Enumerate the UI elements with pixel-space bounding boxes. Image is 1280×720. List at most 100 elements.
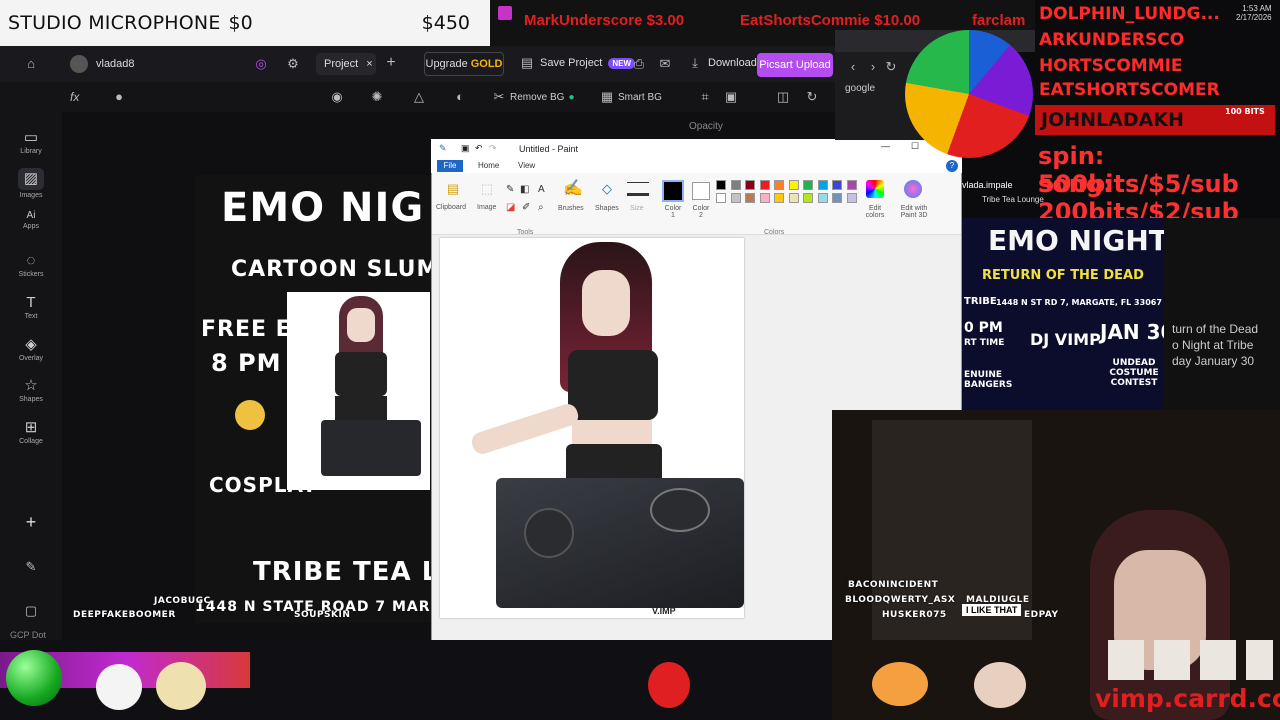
palette-swatch[interactable] [788, 180, 799, 190]
sidebar-item-collage[interactable]: ⊞ Collage [0, 418, 62, 445]
tab-home[interactable]: Home [478, 161, 499, 170]
tab-project[interactable]: Project × [316, 53, 376, 75]
home-icon[interactable]: ⌂ [24, 57, 38, 71]
layers-icon[interactable]: ◎ [254, 57, 268, 71]
reload-icon[interactable]: ↻ [884, 60, 898, 74]
flyer-costume: UNDEAD COSTUME CONTEST [1109, 358, 1159, 388]
sidebar-item-text[interactable]: T Text [0, 294, 62, 320]
palette-swatch[interactable] [846, 180, 857, 190]
palette-swatch[interactable] [788, 193, 799, 203]
color-picker-icon[interactable]: ✐ [522, 202, 530, 213]
palette-swatch[interactable] [817, 180, 828, 190]
redo-icon[interactable]: ↷ [489, 143, 497, 154]
video-thumbnail[interactable]: turn of the Dead o Night at Tribe day Ja… [1164, 218, 1280, 410]
fx-button[interactable]: fx [70, 90, 79, 104]
size-label[interactable]: Size [630, 205, 644, 212]
paint-app-icon: ✎ [439, 143, 447, 153]
select-icon[interactable]: ⬚ [480, 182, 494, 196]
text-tool-icon[interactable]: A [538, 184, 545, 195]
print-icon[interactable]: ⎙ [632, 57, 646, 71]
brightness-icon[interactable]: ✺ [370, 90, 384, 104]
smart-bg-button[interactable]: ▦ Smart BG [600, 90, 662, 104]
mail-icon[interactable]: ✉ [658, 57, 672, 71]
undo-icon[interactable]: ↶ [475, 143, 483, 154]
color1-swatch[interactable] [662, 180, 684, 202]
image-label[interactable]: Image [477, 204, 496, 211]
effects-icon[interactable]: ● [112, 90, 126, 104]
quick-save-icon[interactable]: ▣ [461, 143, 470, 154]
help-icon[interactable]: ? [946, 160, 958, 172]
sidebar-item-images[interactable]: ▨ Images [0, 168, 62, 199]
add-icon[interactable]: + [24, 513, 38, 531]
palette-swatch[interactable] [730, 180, 741, 190]
palette-swatch[interactable] [832, 193, 842, 203]
palette-swatch[interactable] [716, 193, 726, 203]
sidebar-item-apps[interactable]: Ai Apps [0, 210, 62, 230]
user-profile[interactable]: vladad8 [70, 55, 135, 73]
poster-photo[interactable] [287, 292, 430, 490]
upgrade-button[interactable]: Upgrade GOLD [424, 52, 504, 76]
download-button[interactable]: ⤓ Download [688, 56, 757, 70]
edit-colors-label[interactable]: Edit colors [862, 205, 888, 219]
rotate-icon[interactable]: ↻ [805, 90, 819, 104]
magnifier-icon[interactable]: ⌕ [538, 202, 544, 213]
eraser-icon[interactable]: ◪ [506, 202, 515, 213]
picsart-upload-button[interactable]: Picsart Upload [757, 53, 833, 77]
close-icon[interactable]: × [366, 58, 372, 70]
palette-swatch[interactable] [745, 193, 755, 203]
palette-swatch[interactable] [745, 180, 755, 190]
save-project-button[interactable]: ▤ Save Project NEW [520, 56, 636, 70]
tab-view[interactable]: View [518, 161, 535, 170]
shape-icon[interactable]: △ [412, 90, 426, 104]
color2-swatch[interactable] [692, 182, 710, 200]
brush-icon[interactable]: ✎ [24, 560, 38, 574]
sidebar-item-shapes[interactable]: ☆ Shapes [0, 376, 62, 403]
palette-swatch[interactable] [832, 180, 842, 190]
edit-colors-icon[interactable] [866, 180, 884, 198]
edit-paint3d-label[interactable]: Edit with Paint 3D [896, 205, 932, 219]
size-icon[interactable] [627, 182, 649, 196]
palette-swatch[interactable] [716, 180, 726, 190]
shapes-label[interactable]: Shapes [595, 205, 619, 212]
paint3d-icon[interactable] [904, 180, 922, 198]
clipboard-label[interactable]: Clipboard [436, 204, 466, 211]
brushes-icon[interactable]: ✍ [563, 181, 583, 197]
palette-swatch[interactable] [774, 180, 784, 190]
adjust-icon[interactable]: ◉ [330, 90, 344, 104]
palette-swatch[interactable] [803, 180, 813, 190]
palette-swatch[interactable] [759, 180, 770, 190]
add-tab-icon[interactable]: + [384, 55, 398, 71]
brushes-label[interactable]: Brushes [558, 205, 584, 212]
shapes-tool-icon[interactable]: ◇ [600, 182, 614, 196]
maximize-icon[interactable]: ☐ [911, 141, 919, 152]
color2-label[interactable]: Color 2 [690, 205, 712, 219]
tab-file[interactable]: File [437, 160, 463, 172]
palette-swatch[interactable] [803, 193, 813, 203]
palette-swatch[interactable] [730, 193, 741, 203]
sidebar-item-library[interactable]: ▭ Library [0, 128, 62, 155]
grid-icon[interactable]: ▢ [24, 604, 38, 618]
fill-icon[interactable]: ◧ [520, 184, 529, 195]
sidebar-item-overlay[interactable]: ◈ Overlay [0, 335, 62, 362]
back-icon[interactable]: ‹ [846, 60, 860, 74]
crop-icon[interactable]: ⌗ [698, 90, 712, 104]
paste-icon[interactable]: ▤ [446, 182, 460, 196]
palette-swatch[interactable] [759, 193, 770, 203]
flip-icon[interactable]: ◫ [776, 90, 790, 104]
settings-icon[interactable]: ⚙ [286, 57, 300, 71]
poster-line: CARTOON SLUMBER [231, 257, 435, 282]
sidebar-item-stickers[interactable]: ◌ Stickers [0, 252, 62, 278]
resize-icon[interactable]: ▣ [724, 90, 738, 104]
contrast-icon[interactable]: ◐ [453, 90, 467, 104]
forward-icon[interactable]: › [866, 60, 880, 74]
palette-swatch[interactable] [774, 193, 784, 203]
collage-icon: ⊞ [24, 419, 38, 436]
pencil-icon[interactable]: ✎ [506, 184, 514, 195]
bookmark-google[interactable]: google [845, 83, 875, 94]
palette-swatch[interactable] [817, 193, 828, 203]
paint-canvas[interactable]: V.IMP [440, 238, 744, 618]
remove-bg-button[interactable]: ✂ Remove BG ● [492, 90, 575, 104]
minimize-icon[interactable]: — [881, 141, 890, 151]
palette-swatch[interactable] [846, 193, 857, 203]
color1-label[interactable]: Color 1 [662, 205, 684, 219]
